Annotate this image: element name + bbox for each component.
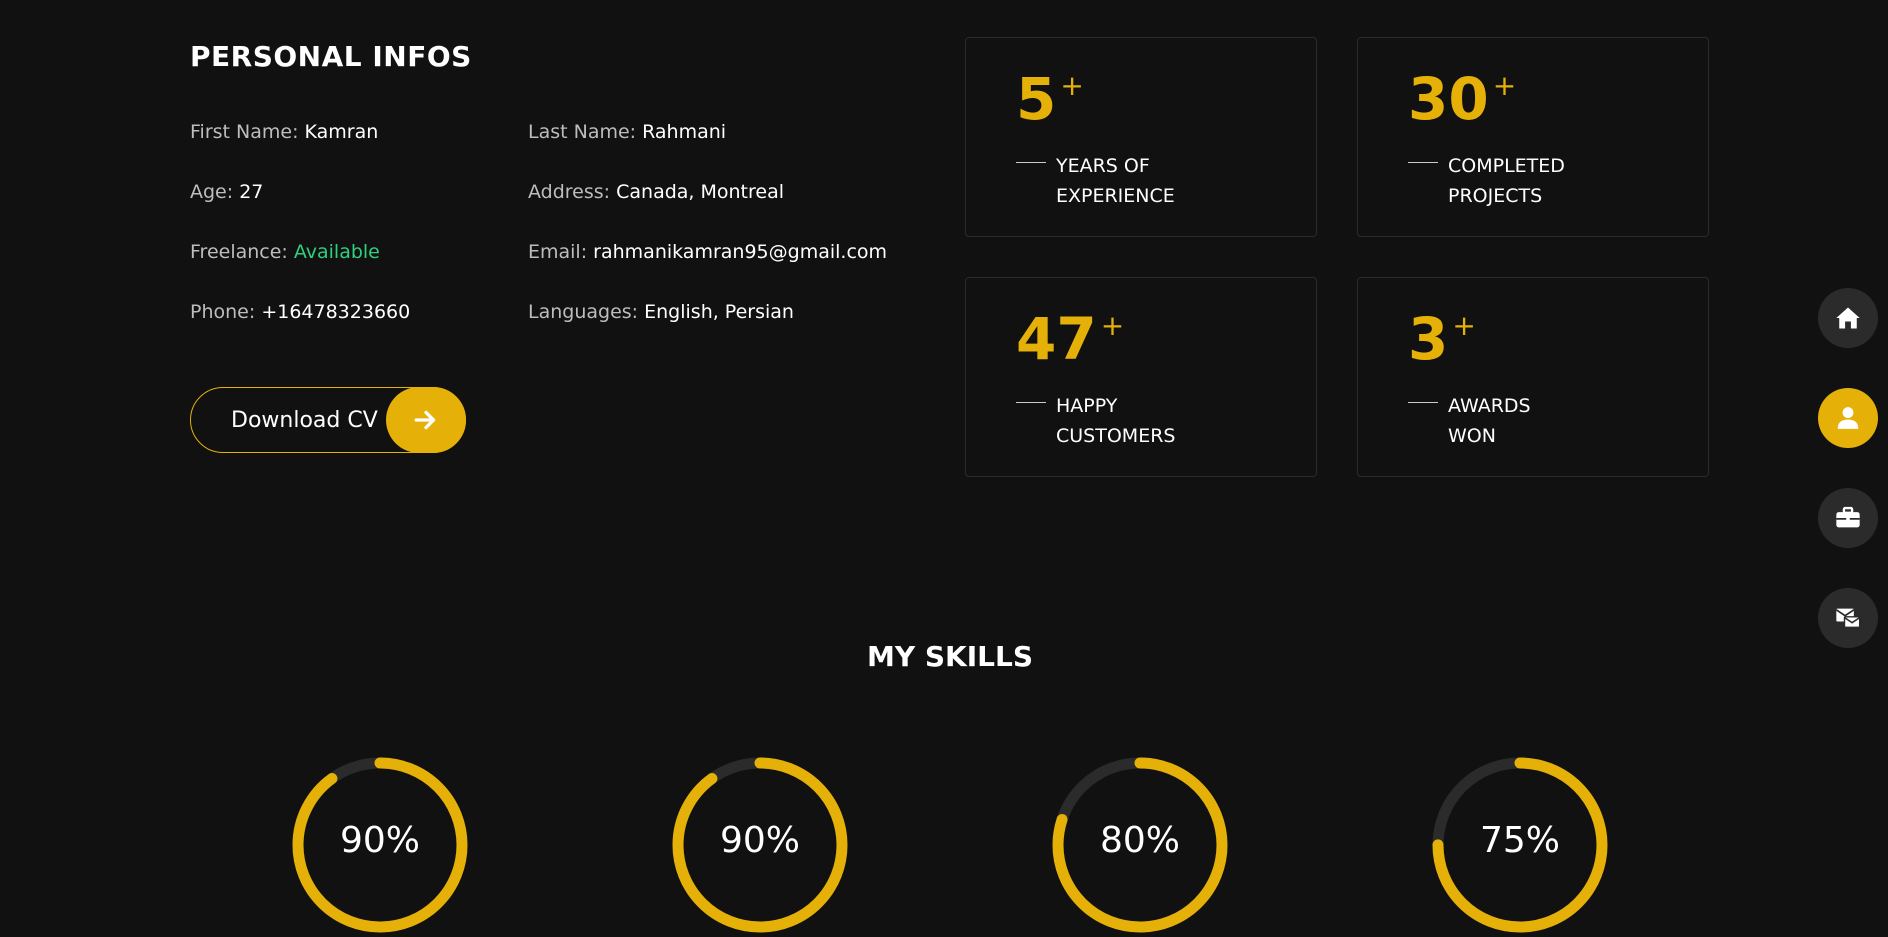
languages-value: English, Persian: [644, 301, 794, 323]
stat-number: 47 +: [1016, 305, 1125, 373]
download-cv-button[interactable]: Download CV: [190, 387, 466, 453]
stat-label: YEARS OF EXPERIENCE: [1056, 155, 1175, 207]
about-page: PERSONAL INFOS First Name: Kamran Last N…: [0, 0, 1888, 937]
skill-percent-label: 90%: [339, 819, 420, 861]
freelance-value: Available: [293, 241, 380, 263]
skill-percent-label: 80%: [1099, 819, 1180, 861]
nav-home-button[interactable]: [1818, 288, 1878, 348]
last-name-label: Last Name:: [528, 121, 637, 143]
stat-card-experience: 5 + YEARS OF EXPERIENCE: [965, 37, 1317, 237]
skill-circle: 75%: [1430, 755, 1610, 935]
freelance-row: Freelance: Available: [190, 241, 380, 263]
address-row: Address: Canada, Montreal: [528, 181, 784, 203]
stat-label: COMPLETED PROJECTS: [1448, 155, 1565, 207]
home-icon: [1836, 307, 1860, 329]
skill-circle: 90%: [670, 755, 850, 935]
last-name-value: Rahmani: [642, 121, 727, 143]
skill-circle: 80%: [1050, 755, 1230, 935]
phone-value[interactable]: +16478323660: [261, 301, 410, 323]
stat-plus: +: [1452, 309, 1476, 342]
age-row: Age: 27: [190, 181, 263, 203]
email-label: Email:: [528, 241, 588, 263]
stat-card-awards: 3 + AWARDS WON: [1357, 277, 1709, 477]
briefcase-icon: [1836, 506, 1860, 528]
email-value[interactable]: rahmanikamran95@gmail.com: [593, 241, 887, 263]
stat-label: AWARDS WON: [1448, 395, 1531, 447]
stat-card-customers: 47 + HAPPY CUSTOMERS: [965, 277, 1317, 477]
my-skills-title: MY SKILLS: [866, 640, 1034, 673]
last-name-row: Last Name: Rahmani: [528, 121, 726, 143]
email-row: Email: rahmanikamran95@gmail.com: [528, 241, 887, 263]
skill-percent-label: 90%: [719, 819, 800, 861]
address-label: Address:: [528, 181, 611, 203]
first-name-value: Kamran: [304, 121, 379, 143]
languages-label: Languages:: [528, 301, 639, 323]
stat-divider: [1016, 402, 1046, 403]
freelance-label: Freelance:: [190, 241, 288, 263]
first-name-label: First Name:: [190, 121, 299, 143]
stat-divider: [1408, 402, 1438, 403]
personal-infos-title: PERSONAL INFOS: [190, 40, 472, 73]
languages-row: Languages: English, Persian: [528, 301, 794, 323]
first-name-row: First Name: Kamran: [190, 121, 378, 143]
stat-plus: +: [1060, 69, 1084, 102]
age-label: Age:: [190, 181, 234, 203]
arrow-right-icon: [386, 387, 466, 453]
skill-circle: 90%: [290, 755, 470, 935]
mail-icon: [1835, 608, 1861, 629]
phone-label: Phone:: [190, 301, 256, 323]
nav-about-button[interactable]: [1818, 388, 1878, 448]
nav-contact-button[interactable]: [1818, 588, 1878, 648]
stat-divider: [1016, 162, 1046, 163]
stat-plus: +: [1492, 69, 1517, 102]
stat-number: 3 +: [1408, 305, 1476, 373]
user-icon: [1837, 407, 1859, 429]
phone-row: Phone: +16478323660: [190, 301, 410, 323]
stat-number: 5 +: [1016, 65, 1084, 133]
age-value: 27: [239, 181, 264, 203]
stat-card-projects: 30 + COMPLETED PROJECTS: [1357, 37, 1709, 237]
skill-percent-label: 75%: [1479, 819, 1560, 861]
address-value: Canada, Montreal: [616, 181, 785, 203]
stat-number: 30 +: [1408, 65, 1517, 133]
stat-divider: [1408, 162, 1438, 163]
download-cv-label: Download CV: [231, 408, 378, 433]
stat-plus: +: [1100, 309, 1125, 342]
stat-label: HAPPY CUSTOMERS: [1056, 395, 1176, 447]
nav-portfolio-button[interactable]: [1818, 488, 1878, 548]
